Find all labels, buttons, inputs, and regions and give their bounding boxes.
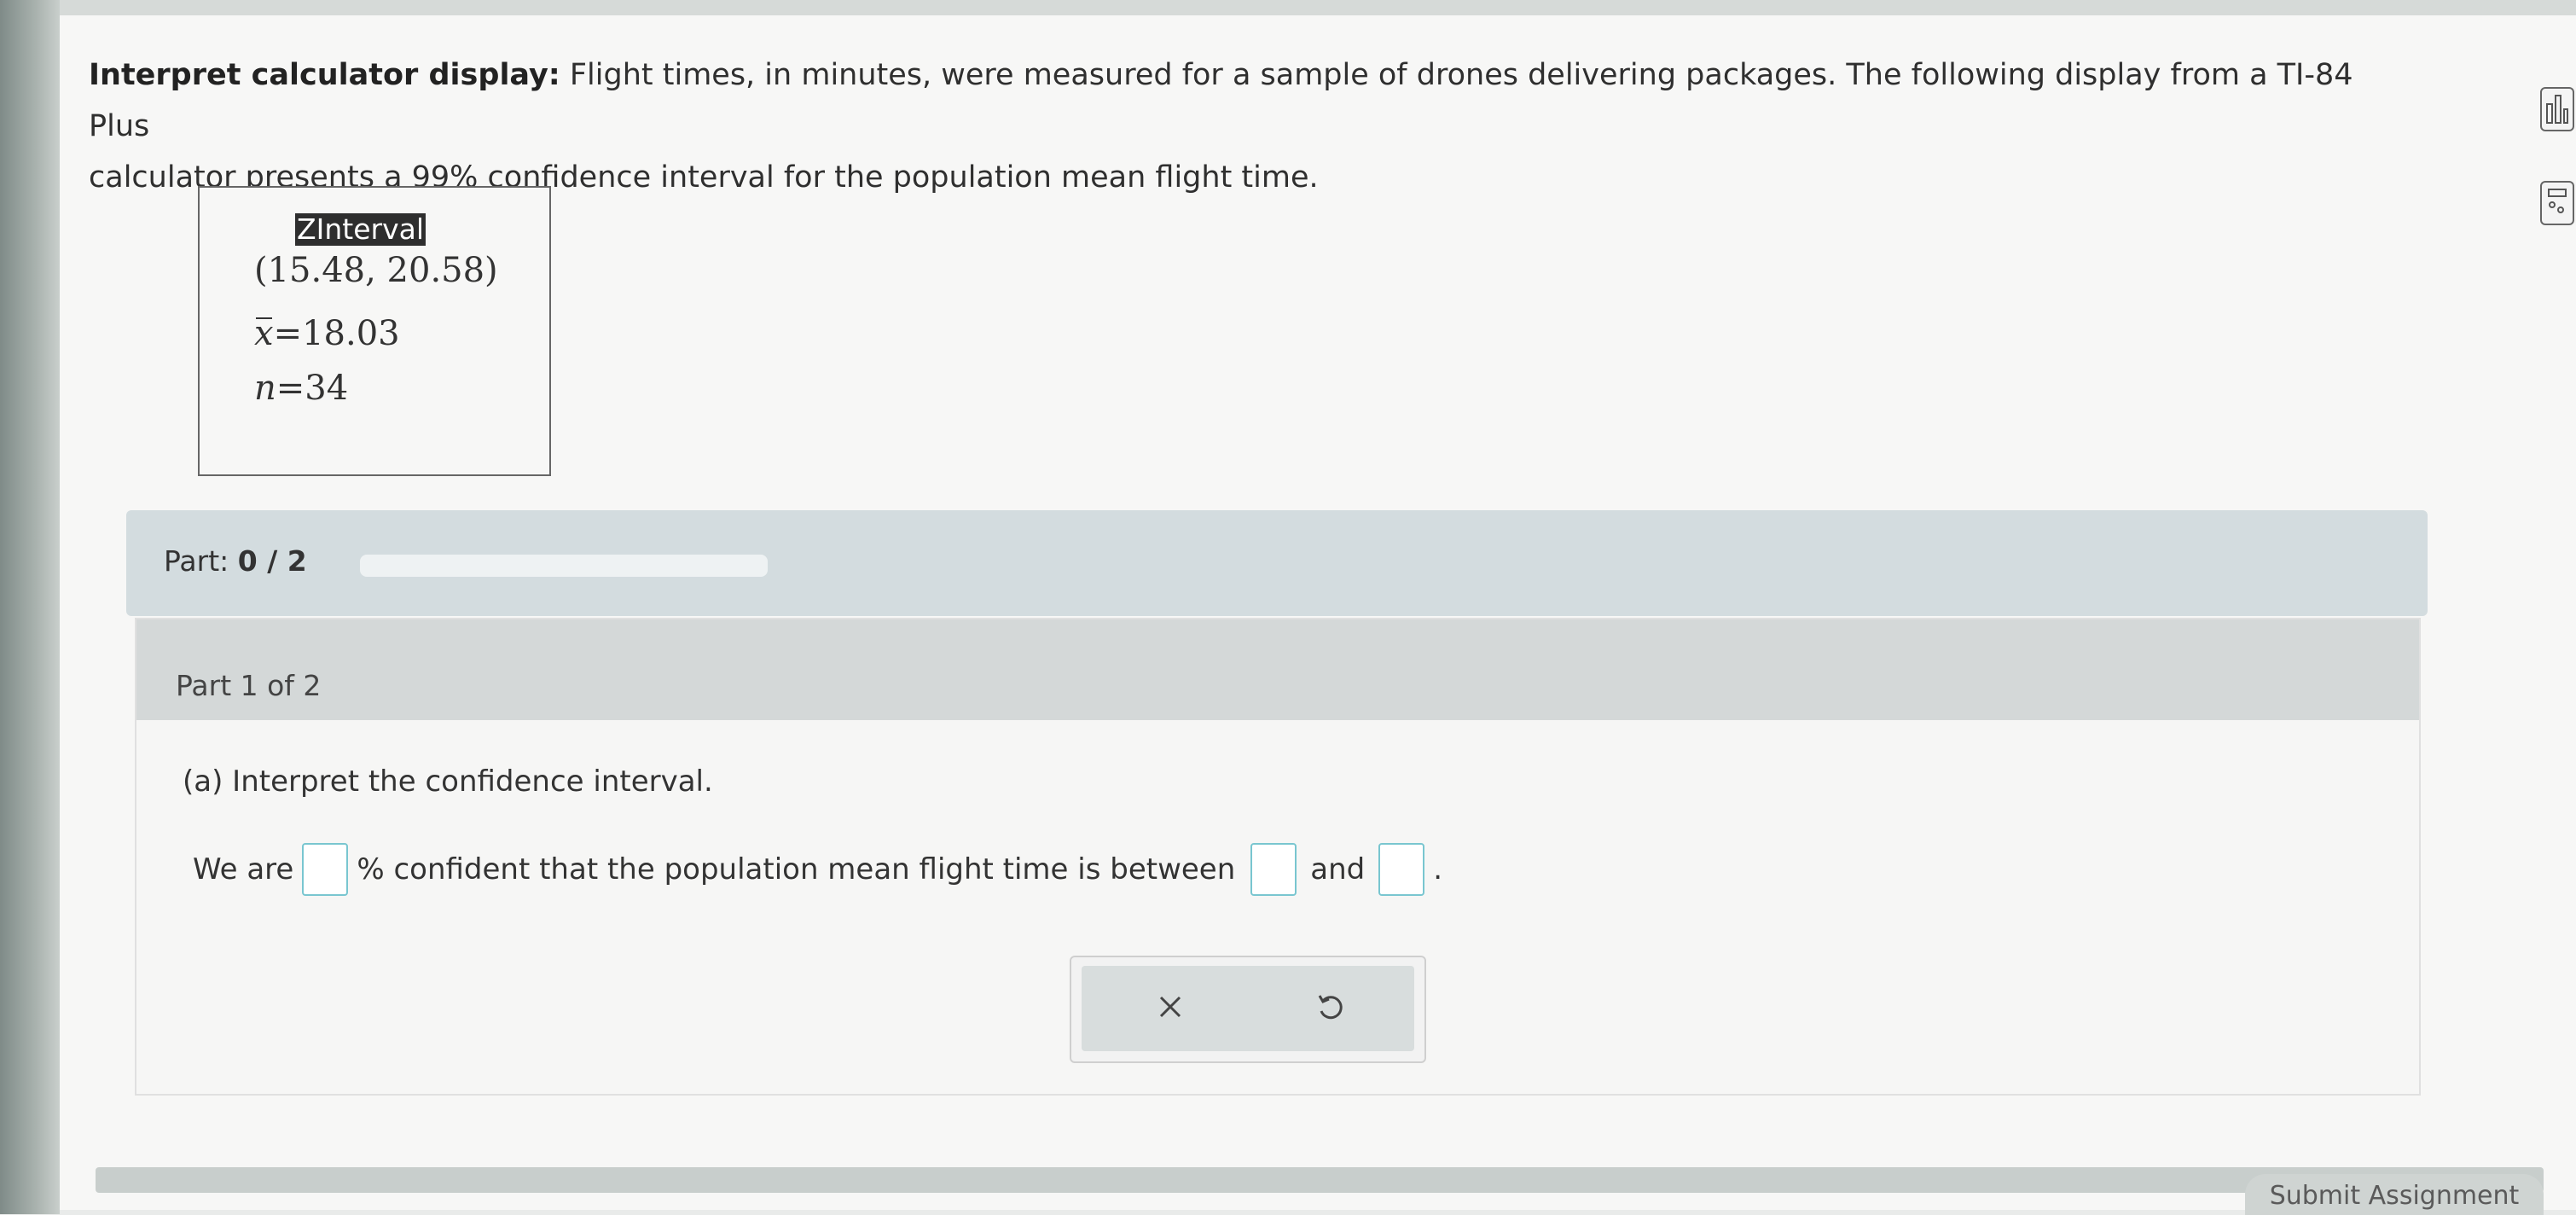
sentence-end: .: [1433, 852, 1443, 887]
n-value: =34: [276, 369, 349, 408]
question-text: Interpret calculator display: Flight tim…: [89, 49, 2392, 203]
undo-button[interactable]: [1305, 981, 1356, 1032]
calculator-sample-mean: x=18.03: [254, 314, 400, 353]
progress-track: [360, 555, 768, 577]
xbar-value: =18.03: [273, 314, 400, 353]
clear-button[interactable]: [1145, 981, 1196, 1032]
answer-actions: [1070, 956, 1426, 1063]
undo-icon: [1318, 995, 1343, 1020]
sentence-start: We are: [193, 852, 294, 887]
submit-assignment-button[interactable]: Submit Assignment: [2245, 1174, 2544, 1215]
answer-sentence: We are % confident that the population m…: [193, 843, 1442, 896]
xbar-symbol: x: [254, 314, 274, 353]
answer-actions-inner: [1082, 966, 1414, 1051]
progress-label-text: Part:: [164, 544, 229, 578]
progress-label: Part: 0 / 2: [164, 544, 307, 578]
calculator-title: ZInterval: [295, 212, 426, 246]
calculator-sample-size: n=34: [254, 369, 348, 408]
progress-value: 0 / 2: [237, 544, 307, 578]
lower-bound-input[interactable]: [1250, 843, 1297, 896]
part1-header: Part 1 of 2: [136, 619, 2419, 720]
calculator-icon[interactable]: [2540, 181, 2574, 225]
question-heading: Interpret calculator display:: [89, 58, 560, 92]
sentence-mid: % confident that the population mean fli…: [357, 852, 1236, 887]
upper-bound-input[interactable]: [1378, 843, 1425, 896]
close-icon: [1159, 996, 1181, 1018]
progress-bar: Part: 0 / 2: [126, 510, 2428, 616]
n-symbol: n: [254, 369, 276, 408]
calculator-glyph-icon: [2548, 189, 2567, 213]
window-top-edge: [0, 0, 2576, 15]
bottom-toolbar: [96, 1167, 2544, 1193]
calculator-display: ZInterval (15.48, 20.58) x=18.03 n=34: [198, 186, 551, 476]
window-left-edge: [0, 0, 60, 1214]
sentence-and: and: [1310, 852, 1366, 887]
part1-question: (a) Interpret the confidence interval.: [183, 764, 713, 799]
part1-title: Part 1 of 2: [176, 669, 322, 702]
confidence-level-input[interactable]: [302, 843, 349, 896]
data-icon[interactable]: [2540, 87, 2574, 131]
bar-chart-icon: [2546, 95, 2568, 124]
calculator-interval: (15.48, 20.58): [254, 251, 498, 290]
